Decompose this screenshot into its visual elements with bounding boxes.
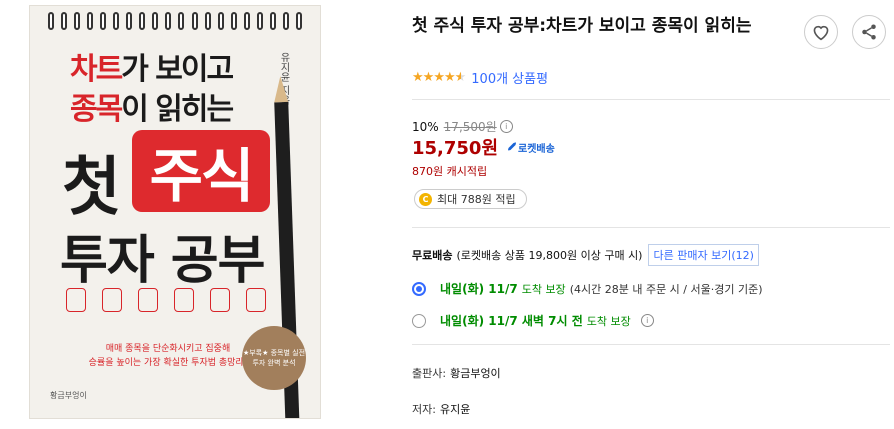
- price-row: 15,750원 로켓배송: [412, 134, 555, 160]
- book-cover-image[interactable]: 차트가 보이고 종목이 읽히는 유지윤 지음 첫 주식 투자 공부 매매 종목을…: [30, 6, 320, 418]
- bull-icon: [66, 288, 86, 312]
- cover-description: 매매 종목을 단순화시키고 집중해 승률을 높이는 가장 확실한 투자법 총망라…: [88, 344, 248, 368]
- sale-price: 15,750원: [412, 138, 499, 159]
- cover-big-first: 첫: [62, 151, 121, 225]
- delivery-option-1[interactable]: 내일(화) 11/7 도착 보장 (4시간 28분 내 주문 시 / 서울·경기…: [412, 280, 763, 297]
- divider: [412, 99, 890, 100]
- author-row: 저자: 유지윤: [412, 403, 471, 416]
- discount-rate: 10%: [412, 119, 439, 134]
- free-shipping-condition: (로켓배송 상품 19,800원 이상 구매 시): [456, 249, 643, 262]
- discount-row: 10% 17,500원 i: [412, 118, 513, 135]
- radio-unselected[interactable]: [412, 313, 426, 328]
- info-icon[interactable]: i: [640, 314, 654, 327]
- heart-icon: [813, 25, 829, 41]
- delivery-option-2[interactable]: 내일(화) 11/7 새벽 7시 전 도착 보장 i: [412, 312, 654, 329]
- cover-publisher-logo: 황금부엉이: [50, 391, 87, 400]
- radio-selected[interactable]: [412, 281, 426, 296]
- piggy-bank-icon: [174, 288, 194, 312]
- coin-icon: [138, 288, 158, 312]
- publisher-value: 황금부엉이: [450, 367, 501, 380]
- other-sellers-button[interactable]: 다른 판매자 보기(12): [648, 244, 759, 266]
- rocket-badge: 로켓배송: [506, 140, 555, 155]
- author-value: 유지윤: [439, 403, 471, 416]
- publisher-row: 출판사: 황금부엉이: [412, 367, 501, 380]
- half-star-icon: ★: [454, 70, 467, 85]
- product-image-area: 차트가 보이고 종목이 읽히는 유지윤 지음 첫 주식 투자 공부 매매 종목을…: [0, 0, 400, 429]
- cash-reward: 870원 캐시적립: [412, 165, 488, 178]
- spiral-binding: [48, 12, 302, 30]
- cover-line2: 종목이 읽히는: [70, 92, 234, 127]
- cover-icons-row: [66, 288, 266, 312]
- rating-stars[interactable]: ★ ★ ★ ★ ★ 100개 상품평: [412, 68, 548, 87]
- free-shipping-row: 무료배송 (로켓배송 상품 19,800원 이상 구매 시) 다른 판매자 보기…: [412, 244, 759, 266]
- cover-big-line2: 투자 공부: [60, 231, 265, 291]
- max-reward-badge: C 최대 788원 적립: [414, 189, 527, 209]
- original-price: 17,500원: [443, 120, 497, 134]
- info-icon[interactable]: i: [499, 120, 513, 133]
- divider: [412, 227, 890, 228]
- product-title: 첫 주식 투자 공부:차트가 보이고 종목이 읽히는: [412, 16, 752, 36]
- bear-icon: [246, 288, 266, 312]
- rocket-icon: [508, 142, 517, 151]
- review-count-link[interactable]: 100개 상품평: [471, 68, 548, 87]
- free-shipping-label: 무료배송: [412, 249, 453, 262]
- money-bag-icon: [210, 288, 230, 312]
- cover-line1: 차트가 보이고: [70, 52, 234, 87]
- share-icon: [862, 24, 876, 40]
- chart-icon: [102, 288, 122, 312]
- cover-bonus-badge: ★부록★ 종목별 실전 투자 완벽 분석: [242, 326, 306, 390]
- share-button[interactable]: [852, 15, 886, 49]
- coin-icon: C: [419, 192, 432, 206]
- divider: [412, 344, 890, 345]
- wishlist-button[interactable]: [804, 15, 838, 49]
- cover-big-red-box: 주식: [132, 130, 270, 212]
